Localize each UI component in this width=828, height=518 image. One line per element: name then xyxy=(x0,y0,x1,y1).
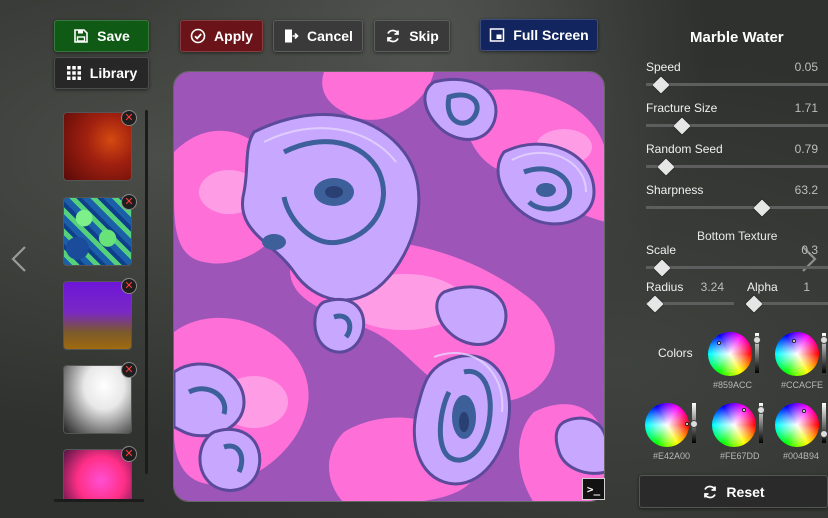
random-seed-label: Random Seed xyxy=(646,142,723,156)
refresh-icon xyxy=(704,485,717,498)
alpha-label: Alpha xyxy=(747,280,778,294)
fullscreen-window-icon xyxy=(490,28,505,42)
save-button[interactable]: Save xyxy=(54,20,149,52)
reset-button[interactable]: Reset xyxy=(639,475,828,508)
apply-label: Apply xyxy=(214,28,253,44)
color-wheel-1[interactable] xyxy=(708,332,752,376)
skip-button[interactable]: Skip xyxy=(374,20,450,52)
fullscreen-button[interactable]: Full Screen xyxy=(480,19,598,51)
random-seed-slider-knob[interactable] xyxy=(657,158,675,176)
sharpness-slider-knob[interactable] xyxy=(753,199,771,217)
color-hex-3: #E42A00 xyxy=(653,451,691,461)
color-wheel-cursor xyxy=(792,339,796,343)
colors-label: Colors xyxy=(658,346,693,360)
grid-icon xyxy=(66,66,81,80)
sharpness-slider-track[interactable] xyxy=(646,206,828,209)
cancel-button[interactable]: Cancel xyxy=(273,20,363,52)
speed-label: Speed xyxy=(646,60,681,74)
reset-label: Reset xyxy=(726,483,765,500)
scale-label: Scale xyxy=(646,243,677,257)
speed-value: 0.05 xyxy=(794,60,818,74)
cancel-label: Cancel xyxy=(307,28,353,44)
thumbnail-white-smoke[interactable] xyxy=(63,365,132,434)
scale-slider-track[interactable] xyxy=(646,266,828,269)
brightness-knob-2[interactable] xyxy=(820,336,828,344)
color-wheel-cursor xyxy=(742,408,746,412)
thumbnail-scrollbar[interactable] xyxy=(145,110,148,474)
close-icon[interactable]: ✕ xyxy=(121,278,137,294)
brightness-knob-1[interactable] xyxy=(753,336,761,344)
radius-label: Radius xyxy=(646,280,684,294)
thumbnail-list: ✕ ✕ ✕ ✕ ✕ xyxy=(62,110,142,500)
library-button[interactable]: Library xyxy=(54,57,149,89)
color-wheel-3[interactable] xyxy=(645,403,689,447)
refresh-icon xyxy=(387,29,400,43)
close-icon[interactable]: ✕ xyxy=(121,446,137,462)
thumbnail-green-blue[interactable] xyxy=(63,197,132,266)
fullscreen-label: Full Screen xyxy=(513,27,589,43)
scale-slider-knob[interactable] xyxy=(653,259,671,277)
bottom-texture-title: Bottom Texture xyxy=(697,229,778,243)
color-wheel-4[interactable] xyxy=(712,403,756,447)
color-wheel-5[interactable] xyxy=(775,403,819,447)
alpha-slider-knob[interactable] xyxy=(745,295,763,313)
save-label: Save xyxy=(97,28,130,44)
color-hex-1: #859ACC xyxy=(713,380,753,390)
brightness-knob-5[interactable] xyxy=(820,430,828,438)
floppy-disk-icon xyxy=(74,29,88,43)
color-wheel-cursor xyxy=(717,341,721,345)
brightness-knob-3[interactable] xyxy=(690,420,698,428)
exit-door-icon xyxy=(285,29,299,43)
sharpness-value: 63.2 xyxy=(794,183,818,197)
radius-value: 3.24 xyxy=(700,280,724,294)
shader-preview xyxy=(173,71,605,502)
random-seed-value: 0.79 xyxy=(794,142,818,156)
fracture-size-slider-knob[interactable] xyxy=(673,117,691,135)
speed-slider-knob[interactable] xyxy=(652,76,670,94)
sharpness-label: Sharpness xyxy=(646,183,704,197)
color-hex-2: #CCACFE xyxy=(781,380,824,390)
check-circle-icon xyxy=(190,28,206,44)
library-label: Library xyxy=(89,65,138,81)
apply-button[interactable]: Apply xyxy=(180,20,263,52)
panel-title: Marble Water xyxy=(690,29,784,46)
thumbnail-purple-gold[interactable] xyxy=(63,281,132,350)
console-button[interactable]: >_ xyxy=(582,478,605,500)
brightness-knob-4[interactable] xyxy=(757,406,765,414)
color-wheel-cursor xyxy=(802,409,806,413)
close-icon[interactable]: ✕ xyxy=(121,362,137,378)
close-icon[interactable]: ✕ xyxy=(121,194,137,210)
thumbnail-list-footer xyxy=(54,499,144,502)
color-hex-4: #FE67DD xyxy=(720,451,760,461)
scale-value: 0.3 xyxy=(801,243,818,257)
radius-slider-knob[interactable] xyxy=(646,295,664,313)
color-wheel-cursor xyxy=(685,422,689,426)
fracture-size-value: 1.71 xyxy=(794,101,818,115)
speed-slider-track[interactable] xyxy=(646,83,828,86)
previous-arrow-icon[interactable] xyxy=(8,242,30,276)
fracture-size-label: Fracture Size xyxy=(646,101,718,115)
alpha-value: 1 xyxy=(803,280,810,294)
color-hex-5: #004B94 xyxy=(783,451,820,461)
close-icon[interactable]: ✕ xyxy=(121,110,137,126)
color-wheel-2[interactable] xyxy=(775,332,819,376)
skip-label: Skip xyxy=(409,28,439,44)
